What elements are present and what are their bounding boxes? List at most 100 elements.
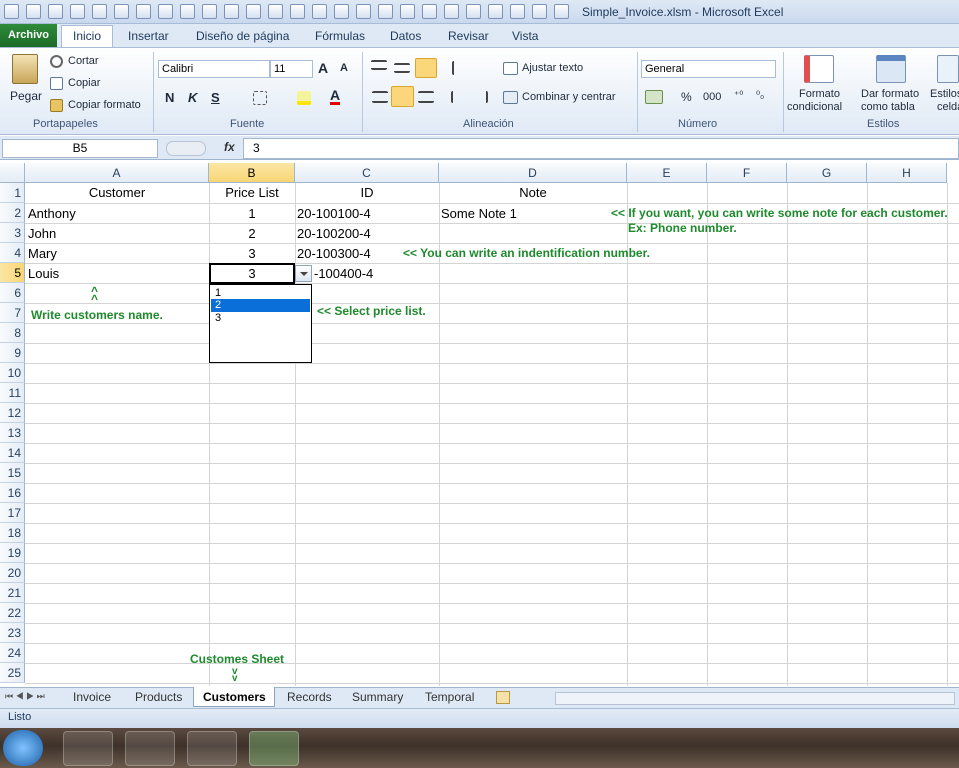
dropdown-option[interactable]: 3 <box>211 312 310 325</box>
column-header-e[interactable]: E <box>627 163 707 183</box>
italic-button[interactable]: K <box>188 90 197 105</box>
column-header-c[interactable]: C <box>295 163 439 183</box>
name-box[interactable]: B5 <box>2 139 158 158</box>
explorer-taskbar-icon[interactable] <box>187 731 237 766</box>
copy-button[interactable]: Copiar <box>68 77 100 89</box>
currency-icon[interactable] <box>645 90 663 104</box>
cell-c2[interactable]: 20-100100-4 <box>297 204 371 224</box>
row-header[interactable]: 1 <box>0 183 25 203</box>
insert-sheet-icon[interactable] <box>496 691 510 704</box>
row-header[interactable]: 24 <box>0 643 25 663</box>
increase-decimal-icon[interactable]: ⁺⁰ <box>734 90 743 101</box>
row-header[interactable]: 23 <box>0 623 25 643</box>
merge-center-icon[interactable] <box>503 91 518 104</box>
cell-c5[interactable]: -100400-4 <box>314 264 373 284</box>
start-button-icon[interactable] <box>3 730 43 766</box>
cell-d2[interactable]: Some Note 1 <box>441 204 517 224</box>
validation-dropdown-list[interactable]: 1 2 3 <box>209 284 312 363</box>
cell-b4[interactable]: 3 <box>209 244 295 264</box>
format-as-table-icon[interactable] <box>876 55 906 83</box>
cell-c3[interactable]: 20-100200-4 <box>297 224 371 244</box>
sheet-tab-summary[interactable]: Summary <box>352 690 403 704</box>
column-header-h[interactable]: H <box>867 163 947 183</box>
spreadsheet-grid[interactable]: A B C D E F G H 1 2 3 4 5 6 7 8 9 10 11 … <box>0 163 959 686</box>
orientation-icon[interactable] <box>452 61 470 75</box>
row-header[interactable]: 4 <box>0 243 25 263</box>
sheet-tab-invoice[interactable]: Invoice <box>73 690 111 704</box>
tab-page-layout[interactable]: Diseño de página <box>196 29 289 43</box>
cell-a2[interactable]: Anthony <box>28 204 76 224</box>
row-header[interactable]: 19 <box>0 543 25 563</box>
formula-input[interactable]: 3 <box>243 138 959 159</box>
dropdown-option-highlighted[interactable]: 2 <box>211 299 310 312</box>
cell-c1[interactable]: ID <box>295 183 439 203</box>
excel-taskbar-icon[interactable] <box>249 731 299 766</box>
row-header[interactable]: 2 <box>0 203 25 223</box>
row-header[interactable]: 3 <box>0 223 25 243</box>
thousands-button[interactable]: 000 <box>703 91 721 103</box>
cell-c4[interactable]: 20-100300-4 <box>297 244 371 264</box>
row-header[interactable]: 25 <box>0 663 25 683</box>
fill-color-icon[interactable] <box>297 91 311 105</box>
cell-a4[interactable]: Mary <box>28 244 57 264</box>
cell-a5[interactable]: Louis <box>28 264 59 284</box>
tab-review[interactable]: Revisar <box>448 29 489 43</box>
align-bottom-icon[interactable] <box>415 58 437 78</box>
row-header[interactable]: 18 <box>0 523 25 543</box>
row-header[interactable]: 6 <box>0 283 25 303</box>
firefox-taskbar-icon[interactable] <box>63 731 113 766</box>
tab-data[interactable]: Datos <box>390 29 421 43</box>
row-header[interactable]: 11 <box>0 383 25 403</box>
quick-access-icon[interactable] <box>312 4 327 19</box>
row-header[interactable]: 22 <box>0 603 25 623</box>
quick-access-icon[interactable] <box>70 4 85 19</box>
insert-function-icon[interactable]: fx <box>224 140 235 154</box>
quick-access-icon[interactable] <box>510 4 525 19</box>
cell-d1[interactable]: Note <box>439 183 627 203</box>
row-header[interactable]: 10 <box>0 363 25 383</box>
increase-indent-icon[interactable] <box>472 91 488 103</box>
row-header[interactable]: 17 <box>0 503 25 523</box>
decrease-indent-icon[interactable] <box>451 91 467 103</box>
percent-button[interactable]: % <box>681 90 692 104</box>
grow-font-icon[interactable]: A <box>318 60 328 76</box>
row-header[interactable]: 20 <box>0 563 25 583</box>
tab-view[interactable]: Vista <box>512 29 538 43</box>
column-header-d[interactable]: D <box>439 163 627 183</box>
column-header-b[interactable]: B <box>209 163 295 183</box>
select-all-corner[interactable] <box>0 163 25 183</box>
quick-access-icon[interactable] <box>268 4 283 19</box>
row-header[interactable]: 16 <box>0 483 25 503</box>
sheet-tab-temporal[interactable]: Temporal <box>425 690 474 704</box>
excel-app-icon[interactable] <box>4 4 19 19</box>
row-header[interactable]: 5 <box>0 263 25 283</box>
borders-icon[interactable] <box>253 91 267 105</box>
row-header[interactable]: 9 <box>0 343 25 363</box>
cell-a3[interactable]: John <box>28 224 56 244</box>
quick-access-icon[interactable] <box>532 4 547 19</box>
quick-access-icon[interactable] <box>136 4 151 19</box>
column-header-a[interactable]: A <box>25 163 209 183</box>
quick-access-icon[interactable] <box>246 4 261 19</box>
customize-quick-access-icon[interactable] <box>554 4 569 19</box>
cell-styles-icon[interactable] <box>937 55 959 83</box>
horizontal-scrollbar[interactable] <box>555 692 955 705</box>
column-header-g[interactable]: G <box>787 163 867 183</box>
number-format-select[interactable]: General <box>641 60 776 78</box>
quick-access-icon[interactable] <box>488 4 503 19</box>
format-as-table-label-2[interactable]: como tabla <box>861 101 915 113</box>
format-painter-button[interactable]: Copiar formato <box>68 99 141 111</box>
quick-access-icon[interactable] <box>334 4 349 19</box>
tab-file[interactable]: Archivo <box>0 24 57 47</box>
tab-insert[interactable]: Insertar <box>128 29 169 43</box>
paste-icon[interactable] <box>12 54 38 84</box>
align-center-icon[interactable] <box>391 86 414 107</box>
quick-access-icon[interactable] <box>224 4 239 19</box>
format-as-table-label-1[interactable]: Dar formato <box>861 88 919 100</box>
quick-access-icon[interactable] <box>180 4 195 19</box>
font-size-select[interactable]: 11 <box>270 60 313 78</box>
quick-access-icon[interactable] <box>158 4 173 19</box>
copy-icon[interactable] <box>50 77 63 90</box>
conditional-format-label-2[interactable]: condicional <box>787 101 842 113</box>
font-color-icon[interactable]: A <box>330 88 341 105</box>
